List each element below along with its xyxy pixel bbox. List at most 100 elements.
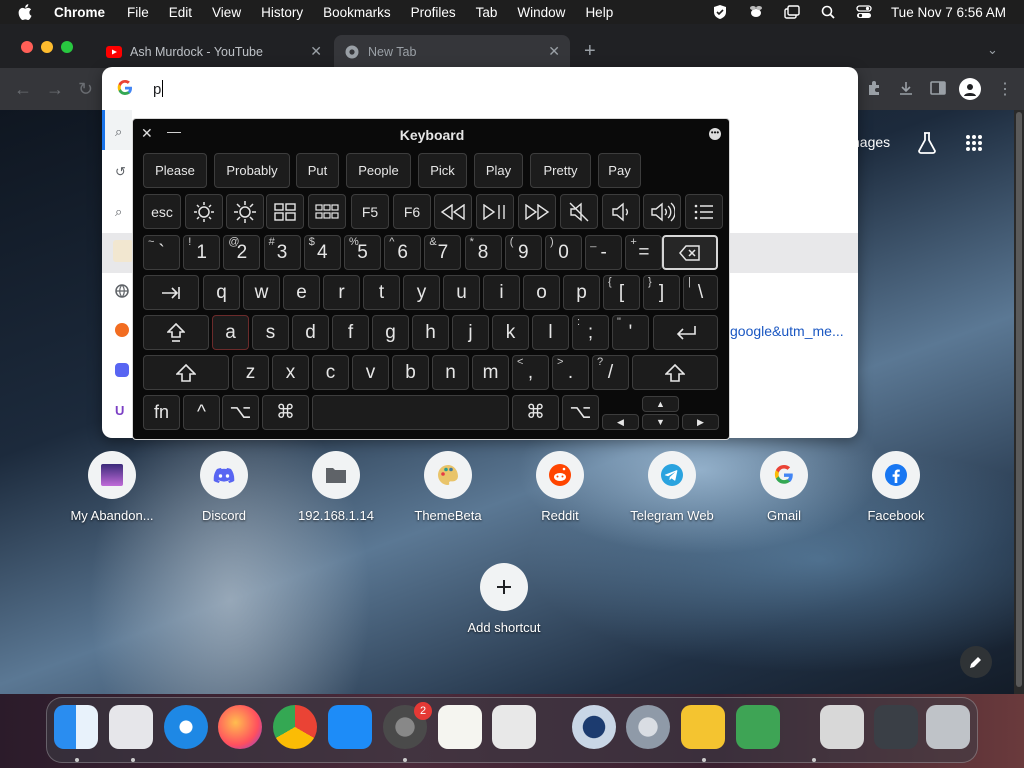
key-l[interactable]: l [532, 315, 569, 350]
key-11[interactable]: 0) [545, 235, 582, 270]
key-h[interactable]: h [412, 315, 449, 350]
preview-icon[interactable] [820, 705, 864, 749]
key-o[interactable]: o [523, 275, 560, 310]
suggestion-url[interactable]: google&utm_me... [730, 323, 844, 339]
rewind-icon[interactable] [434, 194, 472, 229]
key-y[interactable]: y [403, 275, 440, 310]
key-punct2-0[interactable]: , < [512, 355, 549, 390]
key-esc[interactable]: esc [143, 194, 181, 229]
tab-new-tab[interactable]: New Tab ✕ [334, 35, 570, 68]
fast-forward-icon[interactable] [518, 194, 556, 229]
key-f6[interactable]: F6 [393, 194, 431, 229]
key-option-right[interactable]: ⌥ [562, 395, 599, 430]
prediction-play[interactable]: Play [474, 153, 523, 188]
brightness-up-icon[interactable] [226, 194, 264, 229]
shortcut-reddit[interactable]: Reddit [515, 451, 605, 523]
textedit-icon[interactable] [438, 705, 482, 749]
quicktime-icon[interactable] [572, 705, 616, 749]
menu-edit[interactable]: Edit [169, 5, 192, 20]
key-v[interactable]: v [352, 355, 389, 390]
arrow-left-icon[interactable]: ◀ [602, 414, 639, 430]
window-switcher-icon[interactable] [783, 4, 801, 20]
zoom-window-button[interactable] [61, 41, 73, 53]
side-panel-icon[interactable] [930, 81, 946, 100]
key-m[interactable]: m [472, 355, 509, 390]
scrollbar-thumb[interactable] [1016, 112, 1022, 687]
shift-right-icon[interactable] [632, 355, 718, 390]
menu-profiles[interactable]: Profiles [411, 5, 456, 20]
spacebar[interactable] [312, 395, 509, 430]
key-r[interactable]: r [323, 275, 360, 310]
key-d[interactable]: d [292, 315, 329, 350]
forward-icon[interactable]: → [46, 79, 64, 100]
key-u[interactable]: u [443, 275, 480, 310]
list-icon[interactable] [685, 194, 723, 229]
key-6[interactable]: 5% [344, 235, 381, 270]
prediction-pick[interactable]: Pick [418, 153, 467, 188]
shortcut-telegram-web[interactable]: Telegram Web [627, 451, 717, 523]
customize-pencil-icon[interactable] [960, 646, 992, 678]
shortcut-192-168-1-14[interactable]: 192.168.1.14 [291, 451, 381, 523]
profile-avatar-icon[interactable] [959, 78, 981, 100]
menu-tab[interactable]: Tab [476, 5, 498, 20]
key-w[interactable]: w [243, 275, 280, 310]
downloads-icon[interactable] [898, 80, 914, 101]
key-fn[interactable]: fn [143, 395, 180, 430]
shift-left-icon[interactable] [143, 355, 229, 390]
chrome-icon[interactable] [273, 705, 317, 749]
firefox-icon[interactable] [218, 705, 262, 749]
key-7[interactable]: 6 ^ [384, 235, 422, 270]
extensions-icon[interactable] [866, 80, 882, 101]
omnibox-input[interactable]: p [153, 80, 164, 98]
clock[interactable]: Tue Nov 7 6:56 AM [891, 5, 1006, 20]
app-store-icon[interactable] [328, 705, 372, 749]
key-4[interactable]: 3 # [263, 235, 301, 270]
key-c[interactable]: c [312, 355, 349, 390]
close-tab-icon[interactable]: ✕ [310, 43, 322, 60]
prediction-pretty[interactable]: Pretty [530, 153, 591, 188]
key-q[interactable]: q [203, 275, 240, 310]
shortcut-discord[interactable]: Discord [179, 451, 269, 523]
reload-icon[interactable]: ↻ [78, 79, 93, 100]
tab-search-chevron-icon[interactable]: ⌄ [987, 42, 998, 58]
key-g[interactable]: g [372, 315, 409, 350]
minimize-window-button[interactable] [41, 41, 53, 53]
delete-icon[interactable] [662, 235, 718, 270]
close-window-button[interactable] [21, 41, 33, 53]
key-p[interactable]: p [563, 275, 600, 310]
key-k[interactable]: k [492, 315, 529, 350]
key-a[interactable]: a [212, 315, 249, 350]
spotlight-search-icon[interactable] [819, 4, 837, 20]
key-9[interactable]: 8 * [464, 235, 502, 270]
key-bracket-1[interactable]: ]} [643, 275, 680, 310]
key-e[interactable]: e [283, 275, 320, 310]
back-icon[interactable]: ← [14, 79, 32, 100]
adguard-icon[interactable] [736, 705, 780, 749]
new-tab-button[interactable]: + [584, 40, 596, 63]
cyberduck-icon[interactable] [681, 705, 725, 749]
key-8[interactable]: 7 & [424, 235, 462, 270]
key-1[interactable]: ` ~ [143, 235, 180, 270]
safari-icon[interactable] [164, 705, 208, 749]
prediction-pay[interactable]: Pay [598, 153, 641, 188]
shortcut-facebook[interactable]: Facebook [851, 451, 941, 523]
key-n[interactable]: n [432, 355, 469, 390]
prediction-put[interactable]: Put [296, 153, 339, 188]
prediction-people[interactable]: People [346, 153, 411, 188]
key-5[interactable]: 4 $ [303, 235, 341, 270]
key-bracket-2[interactable]: \ | [683, 275, 718, 310]
chrome-menu-icon[interactable]: ⋮ [997, 79, 1013, 99]
key-x[interactable]: x [272, 355, 309, 390]
trash-icon[interactable] [926, 705, 970, 749]
key-12[interactable]: - _ [585, 235, 623, 270]
key-2[interactable]: 1! [183, 235, 221, 270]
arrow-right-icon[interactable]: ▶ [682, 414, 719, 430]
key-command-right[interactable]: ⌘ [512, 395, 559, 430]
key-control[interactable]: ^ [183, 395, 220, 430]
page-scrollbar[interactable] [1014, 110, 1024, 694]
volume-up-icon[interactable] [643, 194, 681, 229]
menu-bookmarks[interactable]: Bookmarks [323, 5, 391, 20]
control-center-icon[interactable] [855, 4, 873, 20]
volume-down-icon[interactable] [602, 194, 640, 229]
settings-gear-icon[interactable] [626, 705, 670, 749]
